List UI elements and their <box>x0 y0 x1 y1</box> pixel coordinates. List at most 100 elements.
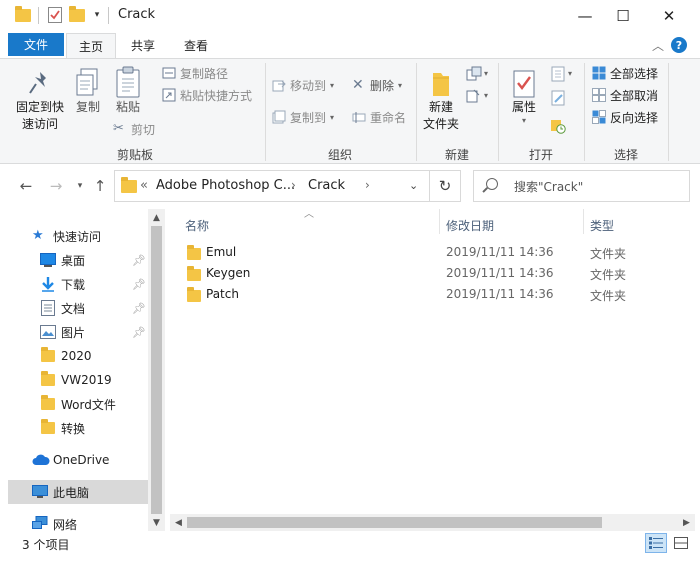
dropdown-arrow-icon: ▾ <box>521 116 526 125</box>
move-to-button[interactable]: 移动到 ▾ <box>272 75 334 95</box>
large-icons-view-icon <box>674 537 688 549</box>
copy-to-button[interactable]: 复制到 ▾ <box>272 107 334 127</box>
new-item-icon <box>466 66 482 81</box>
sidebar-item-convert[interactable]: 转换 <box>8 416 148 440</box>
new-item-button[interactable]: ▾ <box>466 63 488 83</box>
refresh-button[interactable]: ↻ <box>430 170 461 202</box>
tab-home[interactable]: 主页 <box>66 33 116 58</box>
pin-quick-access-button[interactable]: 固定到快 速访问 <box>12 63 68 143</box>
folder-icon <box>41 371 57 388</box>
recent-locations-button[interactable]: ▾ <box>70 176 90 196</box>
copy-to-label: 复制到 <box>290 110 327 125</box>
sidebar-item-quick-access[interactable]: ★ 快速访问 <box>8 224 148 248</box>
properties-button[interactable]: 属性 ▾ <box>504 63 544 143</box>
sidebar-item-pictures[interactable]: 图片 📌︎ <box>8 320 148 344</box>
file-date: 2019/11/11 14:36 <box>446 266 554 280</box>
tab-file[interactable]: 文件 <box>8 33 64 56</box>
select-none-button[interactable]: 全部取消 <box>592 85 658 105</box>
sidebar-item-downloads[interactable]: 下载 📌︎ <box>8 272 148 296</box>
close-button[interactable]: ✕ <box>646 0 692 31</box>
sidebar-scrollbar[interactable]: ▲ ▼ <box>148 209 165 531</box>
cut-button[interactable]: ✂ 剪切 <box>113 119 155 139</box>
breadcrumb-adobe-photoshop[interactable]: Adobe Photoshop C... <box>156 178 295 193</box>
copy-path-button[interactable]: 复制路径 <box>162 63 228 83</box>
up-button[interactable]: ↑ <box>90 176 110 196</box>
folder-icon <box>187 245 201 260</box>
scroll-right-icon[interactable]: ▶ <box>678 514 695 531</box>
table-row[interactable]: Emul 2019/11/11 14:36 文件夹 <box>179 242 669 263</box>
column-date-label: 修改日期 <box>446 218 495 233</box>
column-header-type[interactable]: 类型 <box>590 213 614 237</box>
table-row[interactable]: Patch 2019/11/11 14:36 文件夹 <box>179 284 669 305</box>
breadcrumb-crack[interactable]: Crack <box>308 178 345 193</box>
table-row[interactable]: Keygen 2019/11/11 14:36 文件夹 <box>179 263 669 284</box>
sidebar-item-label: 此电脑 <box>53 485 90 500</box>
copy-icon <box>76 68 98 96</box>
folder-icon <box>121 177 137 193</box>
dropdown-arrow-icon: ▾ <box>484 68 489 78</box>
sidebar-item-label: 图片 <box>61 325 86 340</box>
sidebar-item-word-files[interactable]: Word文件 <box>8 392 148 416</box>
sidebar-item-2020[interactable]: 2020 <box>8 344 148 368</box>
column-divider[interactable] <box>439 209 440 234</box>
scroll-up-icon[interactable]: ▲ <box>148 209 165 226</box>
scroll-left-icon[interactable]: ◀ <box>170 514 187 531</box>
rename-button[interactable]: 重命名 <box>352 107 406 127</box>
easy-access-button[interactable]: ▾ <box>466 85 488 105</box>
pin-icon[interactable]: 📌︎ <box>132 254 146 267</box>
pin-icon[interactable]: 📌︎ <box>132 278 146 291</box>
tab-view[interactable]: 查看 <box>172 33 220 58</box>
edit-button[interactable] <box>550 87 565 107</box>
breadcrumb-separator-icon[interactable]: › <box>365 178 370 192</box>
breadcrumb-overflow[interactable]: « <box>140 178 148 193</box>
pin-icon <box>29 72 46 94</box>
select-all-button[interactable]: 全部选择 <box>592 63 658 83</box>
scrollbar-thumb[interactable] <box>151 226 162 514</box>
paste-shortcut-button[interactable]: 粘贴快捷方式 <box>162 85 252 105</box>
column-header-name[interactable]: 名称 <box>185 213 209 237</box>
copy-button[interactable]: 复制 <box>70 63 106 143</box>
history-button[interactable] <box>550 115 566 135</box>
select-none-label: 全部取消 <box>610 88 659 103</box>
delete-button[interactable]: ✕ 删除 ▾ <box>352 75 402 95</box>
column-header-date[interactable]: 修改日期 <box>446 213 494 237</box>
file-type: 文件夹 <box>590 289 627 303</box>
pin-icon[interactable]: 📌︎ <box>132 302 146 315</box>
file-list-hscrollbar[interactable]: ◀ ▶ <box>170 514 695 531</box>
address-bar[interactable]: « Adobe Photoshop C... › Crack › ⌄ <box>114 170 430 202</box>
sidebar-item-vw2019[interactable]: VW2019 <box>8 368 148 392</box>
maximize-button[interactable]: ☐ <box>600 0 646 31</box>
new-folder-button[interactable]: 新建 文件夹 <box>420 63 462 143</box>
search-box[interactable]: 搜索"Crack" <box>473 170 690 202</box>
breadcrumb-separator-icon[interactable]: › <box>291 178 296 192</box>
back-button[interactable]: ← <box>16 176 36 196</box>
help-icon[interactable]: ? <box>671 37 687 53</box>
select-all-label: 全部选择 <box>610 66 659 81</box>
forward-button[interactable]: → <box>46 176 66 196</box>
customize-toolbar-icon[interactable]: ▾ <box>90 6 104 24</box>
new-folder-quick-icon[interactable] <box>68 5 86 24</box>
details-view-button[interactable] <box>645 533 667 553</box>
move-to-label: 移动到 <box>290 78 327 93</box>
download-icon <box>40 276 56 292</box>
scroll-down-icon[interactable]: ▼ <box>148 514 165 531</box>
column-divider[interactable] <box>583 209 584 234</box>
pin-icon[interactable]: 📌︎ <box>132 326 146 339</box>
search-input[interactable]: 搜索"Crack" <box>514 178 583 195</box>
large-icons-view-button[interactable] <box>670 533 692 553</box>
sidebar-item-documents[interactable]: 文档 📌︎ <box>8 296 148 320</box>
invert-selection-button[interactable]: 反向选择 <box>592 107 658 127</box>
ribbon: 固定到快 速访问 复制 粘贴 复制路径 粘贴快捷方式 ✂ 剪切 剪贴板 移动到 … <box>0 58 700 164</box>
star-icon: ★ <box>32 228 44 243</box>
sidebar-item-label: OneDrive <box>53 453 110 467</box>
address-history-icon[interactable]: ⌄ <box>409 179 418 192</box>
sidebar-item-onedrive[interactable]: OneDrive <box>8 448 148 472</box>
new-folder-label-1: 新建 <box>428 100 453 114</box>
sidebar-item-desktop[interactable]: 桌面 📌︎ <box>8 248 148 272</box>
collapse-ribbon-icon[interactable]: ︿ <box>652 37 664 54</box>
tab-share[interactable]: 共享 <box>120 33 166 58</box>
open-button[interactable]: ▾ <box>550 63 572 83</box>
properties-quick-icon[interactable] <box>46 6 64 24</box>
scrollbar-thumb[interactable] <box>187 517 602 528</box>
sidebar-item-this-pc[interactable]: 此电脑 <box>8 480 148 504</box>
